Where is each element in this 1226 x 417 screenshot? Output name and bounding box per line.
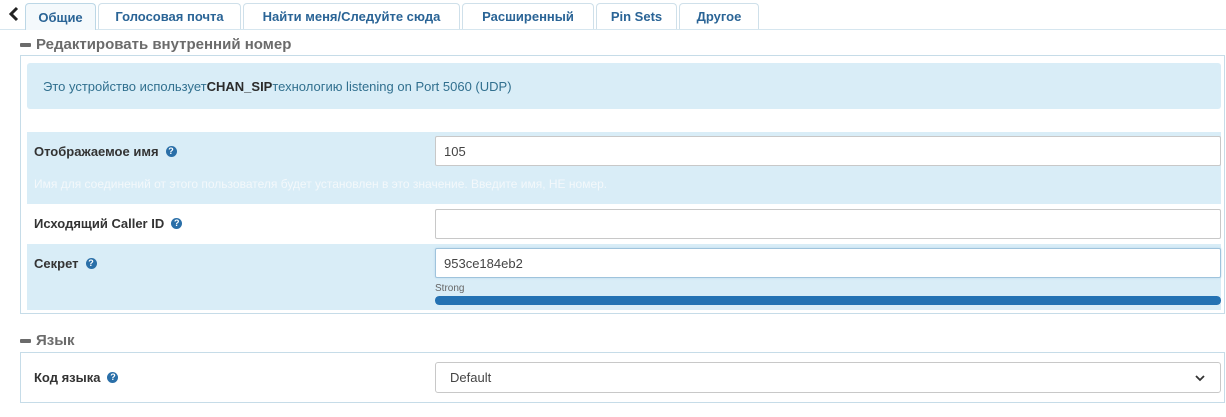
- info-tech: CHAN_SIP: [206, 78, 273, 94]
- section-edit-extension[interactable]: Редактировать внутренний номер: [20, 36, 291, 53]
- tab-pin-sets[interactable]: Pin Sets: [596, 3, 677, 29]
- display-name-input[interactable]: 105: [435, 136, 1221, 166]
- tab-other[interactable]: Другое: [679, 3, 759, 29]
- minus-icon[interactable]: [20, 42, 31, 47]
- display-name-hint: Имя для соединений от этого пользователя…: [34, 177, 608, 191]
- secret-label-text: Секрет: [34, 256, 79, 271]
- secret-value: 953ce184eb2: [444, 255, 523, 271]
- tab-voicemail[interactable]: Голосовая почта: [98, 3, 241, 29]
- info-alert: Это устройство использует CHAN_SIP техно…: [27, 63, 1221, 109]
- display-name-label-text: Отображаемое имя: [34, 144, 159, 159]
- question-circle-icon[interactable]: ?: [165, 146, 177, 157]
- chevron-down-icon: [1195, 374, 1205, 381]
- question-circle-icon[interactable]: ?: [85, 258, 97, 269]
- section-language[interactable]: Язык: [20, 332, 75, 349]
- outbound-cid-label: Исходящий Caller ID ?: [34, 216, 183, 231]
- chevron-left-icon[interactable]: [4, 2, 24, 26]
- secret-input[interactable]: 953ce184eb2: [435, 248, 1221, 278]
- outbound-cid-label-text: Исходящий Caller ID: [34, 216, 165, 231]
- outbound-cid-input[interactable]: [435, 209, 1221, 239]
- password-strength-label: Strong: [435, 283, 465, 294]
- tab-advanced[interactable]: Расширенный: [462, 3, 594, 29]
- minus-icon[interactable]: [20, 338, 31, 343]
- tab-find-me-follow-me[interactable]: Найти меня/Следуйте сюда: [243, 3, 460, 29]
- language-code-select[interactable]: Default: [435, 362, 1221, 393]
- language-code-label-text: Код языка: [34, 370, 101, 385]
- display-name-value: 105: [444, 143, 466, 159]
- info-prefix: Это устройство использует: [43, 78, 207, 94]
- tab-general[interactable]: Общие: [25, 3, 96, 30]
- language-selected-value: Default: [450, 370, 492, 385]
- secret-label: Секрет ?: [34, 256, 97, 271]
- info-suffix: технологию listening on Port 5060 (UDP): [272, 78, 512, 94]
- section-title: Редактировать внутренний номер: [36, 36, 292, 53]
- display-name-label: Отображаемое имя ?: [34, 144, 177, 159]
- question-circle-icon[interactable]: ?: [107, 372, 119, 383]
- question-circle-icon[interactable]: ?: [171, 218, 183, 229]
- password-strength-fill: [435, 296, 1221, 305]
- password-strength-bar: [435, 296, 1221, 305]
- section-title: Язык: [36, 332, 75, 349]
- tab-bar: Общие Голосовая почта Найти меня/Следуйт…: [0, 0, 1226, 30]
- language-code-label: Код языка ?: [34, 370, 119, 385]
